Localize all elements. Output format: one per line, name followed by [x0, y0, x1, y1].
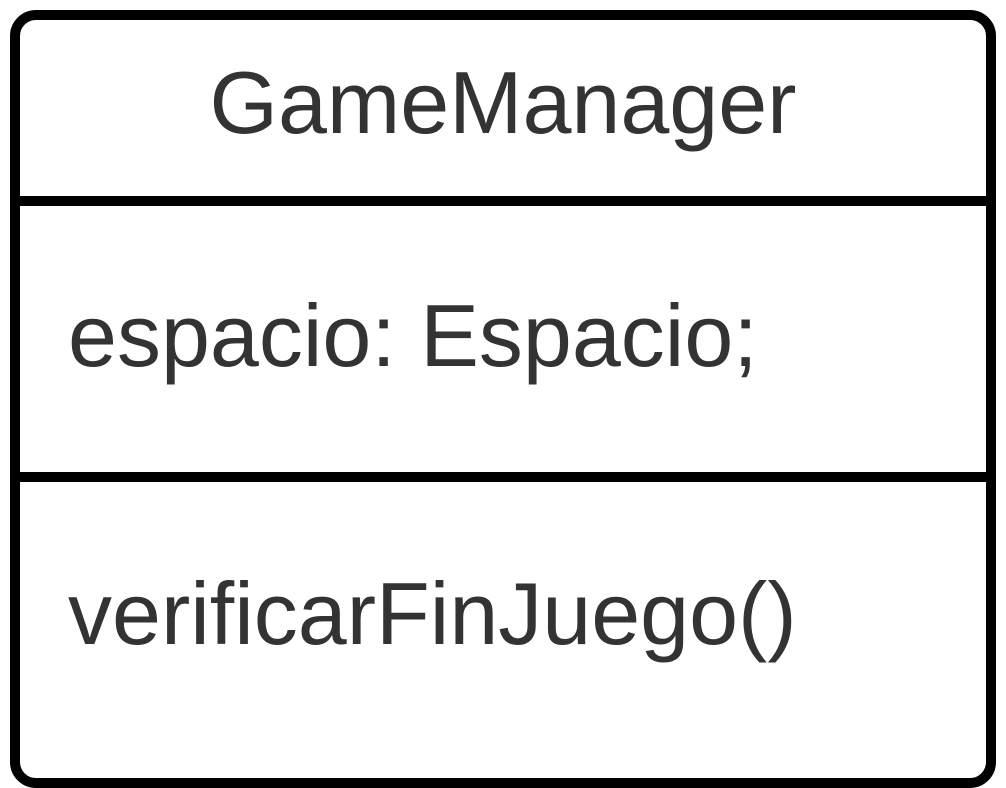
class-name: GameManager [209, 53, 797, 152]
uml-class-box: GameManager espacio: Espacio; verificarF… [10, 10, 996, 788]
methods-compartment: verificarFinJuego() [20, 482, 986, 778]
class-name-compartment: GameManager [20, 20, 986, 206]
attribute-item: espacio: Espacio; [68, 286, 758, 385]
method-item: verificarFinJuego() [68, 564, 797, 663]
attributes-compartment: espacio: Espacio; [20, 206, 986, 482]
